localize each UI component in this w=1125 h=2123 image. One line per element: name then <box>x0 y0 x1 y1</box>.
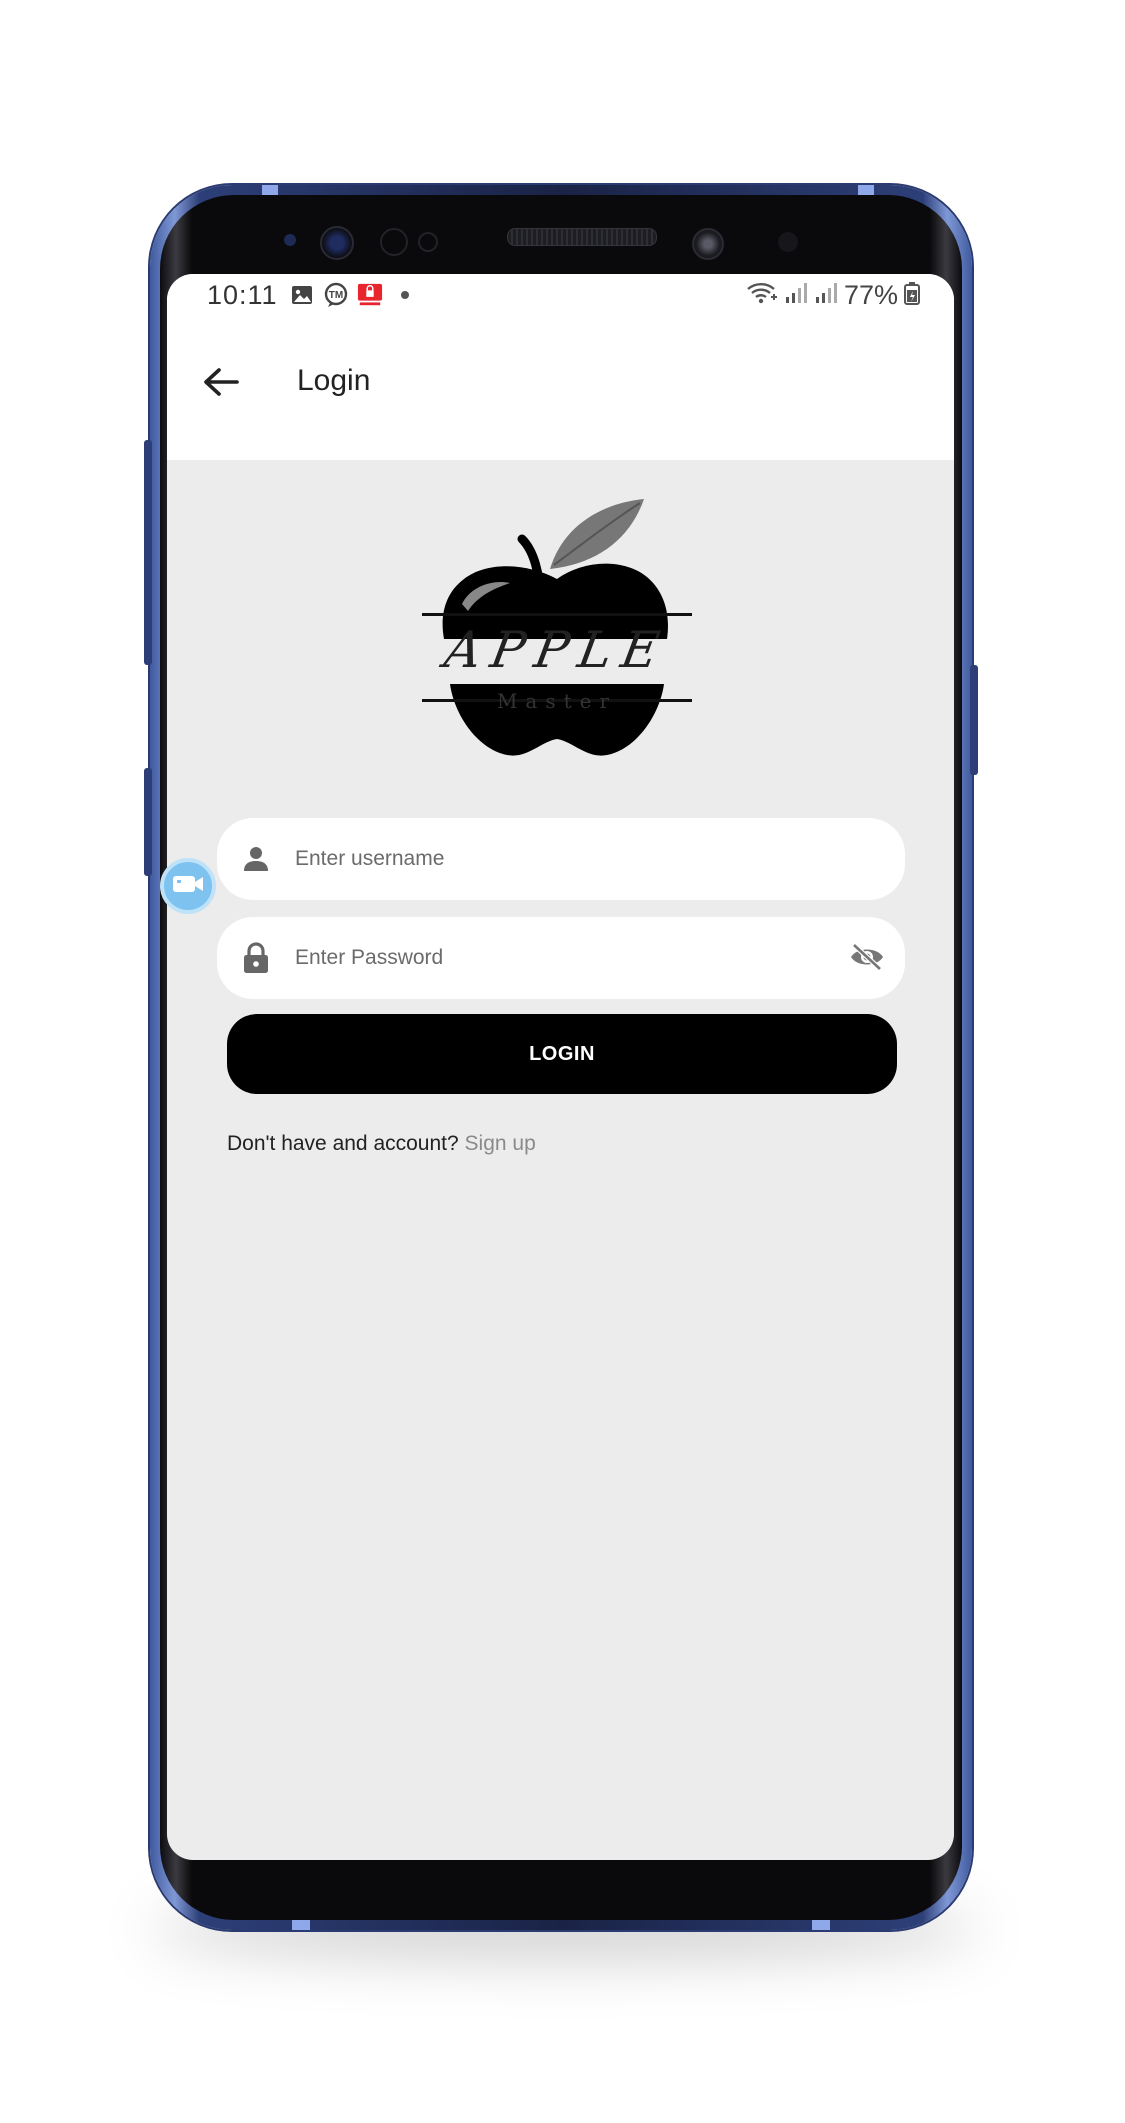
app-bar: Login <box>167 320 954 460</box>
frame-accent <box>812 1920 830 1930</box>
back-button[interactable] <box>195 358 247 410</box>
username-field[interactable] <box>217 818 905 900</box>
signup-prompt-row: Don't have and account? Sign up <box>227 1132 536 1156</box>
arrow-left-icon <box>203 367 239 402</box>
signup-prompt: Don't have and account? <box>227 1132 459 1155</box>
toggle-password-visibility[interactable] <box>849 941 885 977</box>
logo-title: APPLE <box>440 621 674 679</box>
iris-camera <box>692 228 724 260</box>
frame-accent <box>858 185 874 195</box>
volume-button <box>144 440 152 665</box>
page-title: Login <box>297 364 371 397</box>
screen-recorder-bubble[interactable] <box>160 858 216 914</box>
person-icon <box>239 842 273 876</box>
eye-off-icon <box>849 942 885 976</box>
app-logo: APPLE Master <box>422 499 692 759</box>
sensor-dot <box>418 232 438 252</box>
logo-subtitle: Master <box>496 689 618 713</box>
status-icons-right: 77% <box>746 280 920 311</box>
wifi-icon <box>746 280 778 311</box>
signal-icon-2 <box>814 281 838 310</box>
signup-link[interactable]: Sign up <box>465 1132 536 1155</box>
image-icon <box>289 282 315 308</box>
status-bar: 10:11 TM 77% <box>167 274 954 320</box>
power-button <box>970 665 978 775</box>
username-input[interactable] <box>293 846 817 872</box>
status-icons-left: TM <box>289 282 409 308</box>
sensor-dot <box>284 234 296 246</box>
dot-icon <box>401 291 409 299</box>
lock-icon <box>239 941 273 975</box>
video-camera-icon <box>172 873 204 900</box>
frame-accent <box>292 1920 310 1930</box>
signal-icon <box>784 281 808 310</box>
battery-icon <box>904 281 920 310</box>
battery-percent: 77% <box>843 280 898 310</box>
login-button[interactable]: LOGIN <box>227 1014 897 1094</box>
svg-text:TM: TM <box>329 290 343 301</box>
screen: 10:11 TM 77% Login APPLE Master Enter us… <box>167 274 954 1860</box>
lock-notification-icon <box>357 282 383 308</box>
status-time: 10:11 <box>207 280 278 310</box>
frame-accent <box>262 185 278 195</box>
password-field[interactable] <box>217 917 905 999</box>
password-input[interactable] <box>293 945 817 971</box>
sensor-dot <box>380 228 408 256</box>
bixby-button <box>144 768 152 876</box>
sensor-dot <box>778 232 798 252</box>
earpiece-speaker <box>507 228 657 246</box>
front-camera <box>320 226 354 260</box>
tm-icon: TM <box>323 282 349 308</box>
